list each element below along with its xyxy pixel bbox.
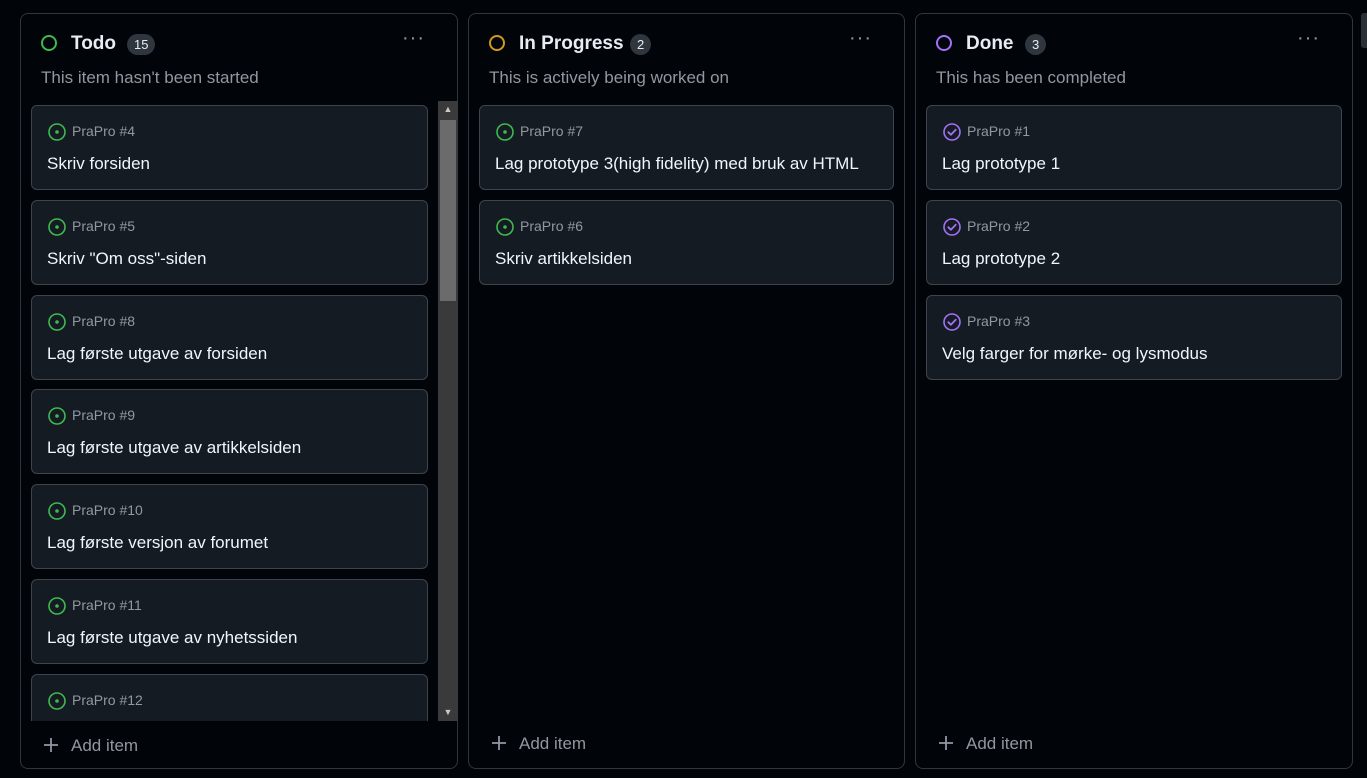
card-list: PraPro #1 Lag prototype 1 PraPro #2 Lag … (926, 105, 1342, 705)
card-list: PraPro #7 Lag prototype 3(high fidelity)… (479, 105, 894, 705)
card-ref[interactable]: PraPro #11 (72, 597, 142, 613)
card-title[interactable]: Lag prototype 1 (942, 154, 1060, 174)
column-in-progress: In Progress 2 ··· This is actively being… (468, 13, 905, 769)
column-description: This is actively being worked on (489, 68, 730, 87)
issue-open-icon (48, 218, 66, 236)
card-list: PraPro #4 Skriv forsiden PraPro #5 Skriv… (31, 105, 428, 721)
column-description: This item hasn't been started (41, 68, 259, 87)
plus-icon (44, 738, 58, 752)
issue-open-icon (48, 313, 66, 331)
card-title[interactable]: Lag første utgave av artikkelsiden (47, 438, 301, 458)
card-ref[interactable]: PraPro #1 (967, 123, 1030, 139)
issue-closed-icon (943, 123, 961, 141)
column-header: Done 3 ··· (936, 28, 1332, 58)
plus-icon (939, 736, 953, 750)
card-ref[interactable]: PraPro #7 (520, 123, 583, 139)
card-ref[interactable]: PraPro #12 (72, 692, 143, 708)
add-item-button[interactable]: Add item (491, 734, 586, 754)
issue-open-icon (48, 597, 66, 615)
card-title[interactable]: Velg farger for mørke- og lysmodus (942, 344, 1207, 364)
card-title[interactable]: Skriv forsiden (47, 154, 150, 174)
column-title: Todo (71, 33, 117, 54)
status-done-icon (936, 35, 952, 51)
scroll-up-arrow-icon[interactable]: ▲ (438, 101, 458, 118)
column-menu-icon[interactable]: ··· (402, 28, 425, 48)
issue-open-icon (48, 407, 66, 425)
card-item[interactable]: PraPro #9 Lag første utgave av artikkels… (31, 389, 428, 474)
issue-open-icon (48, 123, 66, 141)
add-item-button[interactable]: Add item (43, 736, 138, 756)
column-header: Todo 15 ··· (41, 28, 437, 58)
scroll-down-arrow-icon[interactable]: ▼ (438, 704, 458, 721)
card-ref[interactable]: PraPro #6 (520, 218, 583, 234)
card-title[interactable]: Skriv artikkelsiden (495, 249, 632, 269)
plus-icon (492, 736, 506, 750)
column-description: This has been completed (936, 68, 1126, 87)
card-item[interactable]: PraPro #8 Lag første utgave av forsiden (31, 295, 428, 380)
status-todo-icon (41, 35, 57, 51)
column-menu-icon[interactable]: ··· (1297, 28, 1320, 48)
project-board: Todo 15 ··· This item hasn't been starte… (0, 0, 1367, 778)
card-item[interactable]: PraPro #3 Velg farger for mørke- og lysm… (926, 295, 1342, 380)
issue-closed-icon (943, 313, 961, 331)
add-item-label: Add item (519, 734, 587, 753)
card-title[interactable]: Lag prototype 2 (942, 249, 1060, 269)
add-item-button[interactable]: Add item (938, 734, 1033, 754)
issue-open-icon (496, 218, 514, 236)
card-ref[interactable]: PraPro #3 (967, 313, 1030, 329)
card-item[interactable]: PraPro #4 Skriv forsiden (31, 105, 428, 190)
scroll-thumb[interactable] (440, 120, 456, 301)
card-title[interactable]: Lag prototype 3(high fidelity) med bruk … (495, 154, 859, 174)
issue-open-icon (48, 692, 66, 710)
card-title[interactable]: Lag første utgave av forsiden (47, 344, 267, 364)
card-item[interactable]: PraPro #7 Lag prototype 3(high fidelity)… (479, 105, 894, 190)
column-title: Done (966, 33, 1014, 54)
card-title[interactable]: Skriv "Om oss"-siden (47, 249, 206, 269)
card-ref[interactable]: PraPro #8 (72, 313, 135, 329)
column-todo: Todo 15 ··· This item hasn't been starte… (20, 13, 458, 769)
column-header: In Progress 2 ··· (489, 28, 884, 58)
issue-closed-icon (943, 218, 961, 236)
card-ref[interactable]: PraPro #5 (72, 218, 135, 234)
add-item-label: Add item (71, 736, 139, 755)
column-title: In Progress (519, 33, 624, 54)
status-in-progress-icon (489, 35, 505, 51)
column-done: Done 3 ··· This has been completed PraPr… (915, 13, 1353, 769)
card-item[interactable]: PraPro #1 Lag prototype 1 (926, 105, 1342, 190)
issue-open-icon (496, 123, 514, 141)
card-ref[interactable]: PraPro #4 (72, 123, 135, 139)
card-title[interactable]: Lag første utgave av nyhetssiden (47, 628, 297, 648)
card-ref[interactable]: PraPro #2 (967, 218, 1030, 234)
issue-open-icon (48, 502, 66, 520)
card-item[interactable]: PraPro #6 Skriv artikkelsiden (479, 200, 894, 285)
count-badge: 15 (127, 34, 156, 55)
card-ref[interactable]: PraPro #9 (72, 407, 135, 423)
card-item[interactable]: PraPro #12 (31, 674, 428, 721)
card-item[interactable]: PraPro #2 Lag prototype 2 (926, 200, 1342, 285)
card-ref[interactable]: PraPro #10 (72, 502, 143, 518)
add-item-label: Add item (966, 734, 1034, 753)
card-title[interactable]: Lag første versjon av forumet (47, 533, 268, 553)
card-item[interactable]: PraPro #11 Lag første utgave av nyhetssi… (31, 579, 428, 664)
column-menu-icon[interactable]: ··· (849, 28, 872, 48)
count-badge: 2 (630, 34, 652, 55)
scrollbar[interactable]: ▲ ▼ (438, 101, 458, 721)
count-badge: 3 (1025, 34, 1047, 55)
next-column-edge (1361, 13, 1367, 48)
card-item[interactable]: PraPro #5 Skriv "Om oss"-siden (31, 200, 428, 285)
card-item[interactable]: PraPro #10 Lag første versjon av forumet (31, 484, 428, 569)
